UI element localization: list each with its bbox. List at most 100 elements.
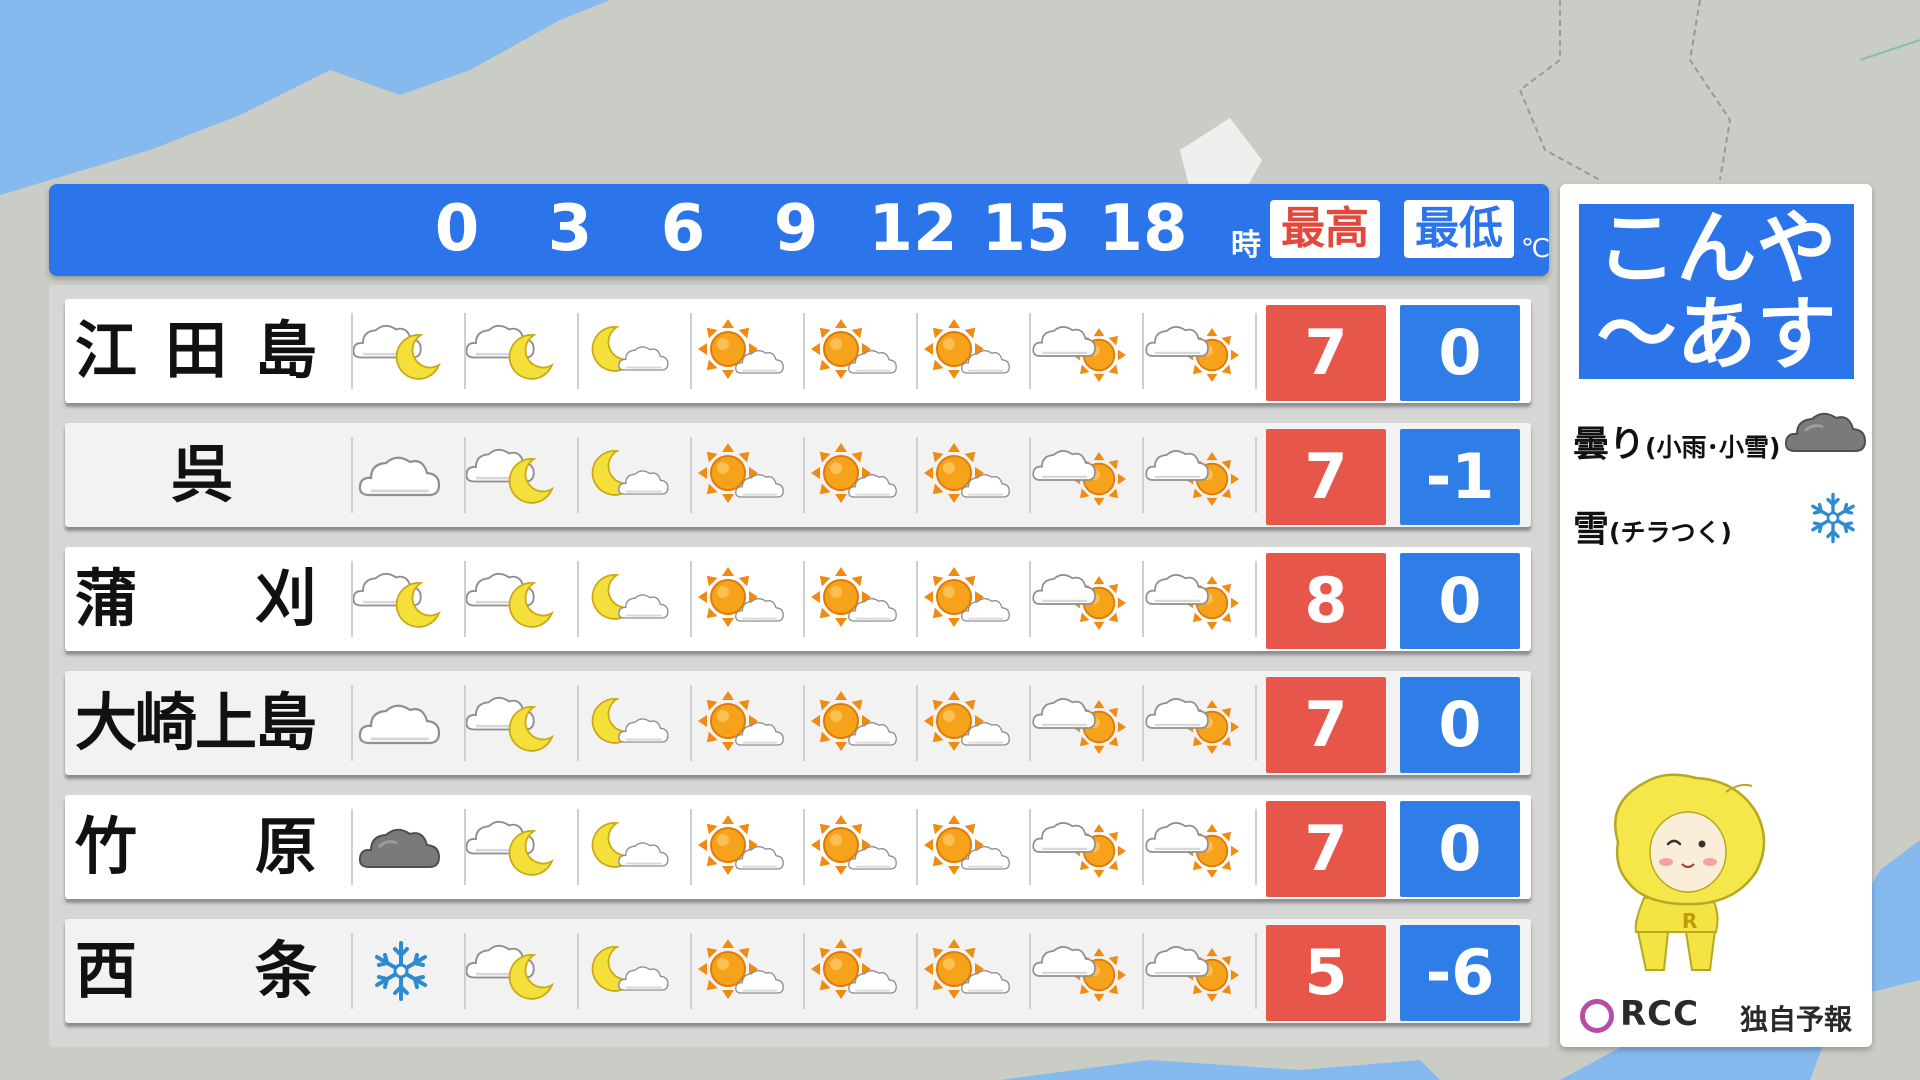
snow-icon [353,935,449,1007]
dark-cloud-icon [1784,412,1867,453]
cloud-sun-icon [1144,811,1240,883]
cloud-sun-icon [1144,315,1240,387]
min-temp: 0 [1400,677,1520,773]
column-divider [1255,313,1257,389]
column-divider [1255,685,1257,761]
cloud-sun-icon [1144,563,1240,635]
location-name-char: 条 [255,934,318,1007]
snow-icon [1811,492,1855,544]
location-name-char: 田 [165,314,228,387]
min-temp-label: 最低 [1404,200,1514,258]
cloud-moon-icon [465,687,562,759]
hour-label: 12 [868,192,958,266]
max-temp: 7 [1266,801,1386,897]
sun-cloud-icon [805,315,901,387]
max-temp: 8 [1266,553,1386,649]
forecast-row: 蒲刈 80 [65,547,1531,651]
location-name: 江田島 [75,311,317,391]
location-name: 竹原 [75,807,317,887]
cloud-sun-icon [1031,687,1127,759]
forecast-table: 江田島 7 0 呉 7 -1 蒲刈 8 0 大崎上島 7 0 竹原 7 0 西条 5 -6 [49,285,1549,1047]
sun-cloud-icon [918,687,1014,759]
sun-cloud-icon [918,315,1014,387]
column-divider [1255,561,1257,637]
cloud-sun-icon [1031,935,1127,1007]
sun-cloud-icon [918,439,1014,511]
moon-cloud-icon [579,811,675,883]
cloud-sun-icon [1031,439,1127,511]
location-name-char: 崎 [135,686,198,759]
cloud-moon-icon [465,315,562,387]
hour-label: 0 [434,192,480,266]
time-header: 0 3 6 9 12 15 18 時 最高 最低 ℃ [49,184,1550,276]
sun-cloud-icon [692,439,788,511]
location-name-char: 島 [255,686,318,759]
min-temp: 0 [1400,553,1520,649]
cloud-sun-icon [1144,687,1240,759]
sun-cloud-icon [692,315,788,387]
hour-label: 3 [547,192,593,266]
rcc-logo-text: RCC [1620,994,1700,1034]
sun-cloud-icon [692,935,788,1007]
max-temp: 7 [1266,429,1386,525]
sun-cloud-icon [805,563,901,635]
max-temp: 7 [1266,677,1386,773]
cloud-sun-icon [1144,935,1240,1007]
min-temp: -1 [1400,429,1520,525]
moon-cloud-icon [579,935,675,1007]
legend-cloudy: 曇り(小雨･小雪) [1573,409,1867,469]
location-name-char: 原 [255,810,318,883]
column-divider [1255,809,1257,885]
legend-snow: 雪(チラつく) [1573,492,1863,554]
dark-cloud-icon [353,811,449,883]
location-name-char: 竹 [75,810,138,883]
location-name-char: 呉 [171,438,234,511]
cloud-sun-icon [1031,563,1127,635]
moon-cloud-icon [579,563,675,635]
forecast-row: 江田島 70 [65,299,1531,403]
location-name-char: 上 [195,686,258,759]
max-temp: 7 [1266,305,1386,401]
sun-cloud-icon [918,811,1014,883]
min-temp: -6 [1400,925,1520,1021]
svg-text:R: R [1682,909,1697,933]
sun-cloud-icon [692,687,788,759]
location-name-char: 島 [255,314,318,387]
sun-cloud-icon [805,439,901,511]
rcc-logo: RCC 独自予報 [1580,994,1860,1036]
cloud-icon [353,439,449,511]
cloud-icon [353,687,449,759]
column-divider [1255,933,1257,1009]
hour-label: 18 [1098,192,1188,266]
max-temp: 5 [1266,925,1386,1021]
min-temp: 0 [1400,305,1520,401]
forecast-row: 西条 5 -6 [65,919,1531,1023]
location-name-char: 江 [75,314,138,387]
cloud-sun-icon [1031,811,1127,883]
max-temp-label: 最高 [1270,200,1380,258]
location-name: 蒲刈 [75,559,317,639]
mascot-character: R [1613,773,1766,971]
cloud-moon-icon [465,563,562,635]
moon-cloud-icon [579,439,675,511]
min-temp: 0 [1400,801,1520,897]
cloud-sun-icon [1031,315,1127,387]
cloud-moon-icon [465,811,562,883]
cloud-moon-icon [465,935,562,1007]
location-name: 呉 [75,435,317,515]
hour-label: 9 [773,192,819,266]
location-name-char: 西 [75,934,138,1007]
location-name-char: 大 [75,686,138,759]
moon-cloud-icon [579,315,675,387]
cloud-moon-icon [352,315,449,387]
sun-cloud-icon [805,811,901,883]
cloud-moon-icon [352,563,449,635]
sun-cloud-icon [692,563,788,635]
sun-cloud-icon [805,935,901,1007]
forecast-row: 大崎上島 70 [65,671,1531,775]
sun-cloud-icon [918,563,1014,635]
location-name-char: 蒲 [75,562,138,635]
forecast-row: 呉 7 -1 [65,423,1531,527]
column-divider [1255,437,1257,513]
location-name: 西条 [75,931,317,1011]
